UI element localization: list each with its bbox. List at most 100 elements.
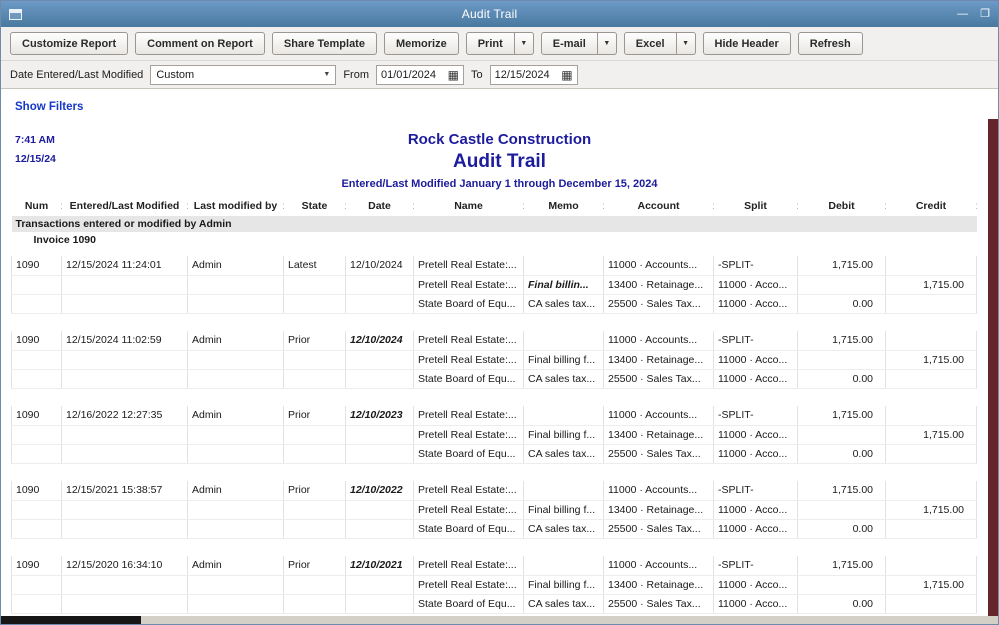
cell-entered [61,500,188,520]
cell-by [187,594,284,614]
scrollbar-corner [1,616,141,624]
cell-by [187,500,284,520]
window-icon[interactable] [9,8,22,20]
cell-entered [61,425,188,445]
table-row[interactable]: 1090 12/15/2021 15:38:57 Admin Prior 12/10/2… [11,481,977,501]
memorize-button[interactable]: Memorize [383,32,459,55]
cell-entered [61,369,188,389]
cell-account: 13400 · Retainage... [603,350,714,370]
report-group: 1090 12/15/2020 16:34:10 Admin Prior 12/10/2… [11,556,977,614]
cell-entered: 12/15/2020 16:34:10 [61,556,188,576]
cell-num: 1090 [11,481,62,501]
from-date-field[interactable]: 01/01/2024 ▦ [375,64,464,85]
table-row[interactable]: State Board of Equ... CA sales tax... 2550… [11,294,977,314]
cell-entered [61,519,188,539]
share-template-button[interactable]: Share Template [271,32,377,55]
cell-state [283,425,346,445]
cell-num [11,444,62,464]
cell-entered [61,350,188,370]
cell-account: 11000 · Accounts... [603,406,714,426]
from-calendar-icon[interactable]: ▦ [448,69,459,81]
report-group: 1090 12/15/2024 11:24:01 Admin Latest 12/10/… [11,256,977,314]
customize-report-button[interactable]: Customize Report [10,32,129,55]
report-table: Num Entered/Last Modified Last modified … [11,198,977,614]
col-memo[interactable]: Memo [524,198,603,216]
table-row[interactable]: Pretell Real Estate:... Final billing f..… [11,350,977,370]
vertical-scrollbar[interactable] [988,119,998,616]
cell-num [11,350,62,370]
table-row[interactable]: 1090 12/15/2024 11:02:59 Admin Prior 12/10/2… [11,331,977,351]
cell-entered: 12/15/2024 11:24:01 [61,256,188,276]
cell-debit [797,275,886,295]
cell-num: 1090 [11,556,62,576]
table-row[interactable]: 1090 12/16/2022 12:27:35 Admin Prior 12/10/2… [11,406,977,426]
col-date[interactable]: Date [346,198,413,216]
cell-split: 11000 · Acco... [713,425,798,445]
hide-header-button[interactable]: Hide Header [702,32,791,55]
table-row[interactable]: State Board of Equ... CA sales tax... 2550… [11,519,977,539]
table-row[interactable]: 1090 12/15/2020 16:34:10 Admin Prior 12/10/2… [11,556,977,576]
excel-dropdown-arrow-icon[interactable]: ▼ [676,32,696,55]
to-calendar-icon[interactable]: ▦ [561,69,572,81]
table-row[interactable]: State Board of Equ... CA sales tax... 2550… [11,594,977,614]
cell-split: 11000 · Acco... [713,275,798,295]
cell-by [187,425,284,445]
cell-memo: CA sales tax... [523,444,604,464]
table-row[interactable]: 1090 12/15/2024 11:24:01 Admin Latest 12/10/… [11,256,977,276]
cell-by [187,519,284,539]
cell-debit: 1,715.00 [797,556,886,576]
cell-date [345,425,414,445]
cell-by [187,575,284,595]
cell-num [11,294,62,314]
filter-bar: Date Entered/Last Modified Custom ▼ From… [1,61,998,89]
minimize-button[interactable]: — [957,8,968,20]
maximize-button[interactable]: ❐ [980,8,990,20]
table-row[interactable]: State Board of Equ... CA sales tax... 2550… [11,369,977,389]
table-row[interactable]: Pretell Real Estate:... Final billing f..… [11,425,977,445]
show-filters-link[interactable]: Show Filters [15,101,83,113]
email-dropdown-arrow-icon[interactable]: ▼ [597,32,617,55]
col-account[interactable]: Account [604,198,714,216]
print-button[interactable]: Print [465,32,515,55]
table-row[interactable]: Pretell Real Estate:... Final billing f..… [11,500,977,520]
table-row[interactable]: Pretell Real Estate:... Final billin... 13… [11,275,977,295]
col-split[interactable]: Split [714,198,797,216]
refresh-button[interactable]: Refresh [797,32,863,55]
cell-split: -SPLIT- [713,481,798,501]
cell-date [345,519,414,539]
email-button[interactable]: E-mail [540,32,598,55]
date-range-select[interactable]: Custom ▼ [150,64,337,85]
group-gap [12,388,977,406]
col-entered[interactable]: Entered/Last Modified [62,198,188,216]
col-num[interactable]: Num [12,198,62,216]
col-last-modified-by[interactable]: Last modified by [188,198,284,216]
cell-debit: 0.00 [797,594,886,614]
report-group: 1090 12/15/2024 11:02:59 Admin Prior 12/10/2… [11,331,977,389]
company-name: Rock Castle Construction [407,131,592,148]
col-debit[interactable]: Debit [798,198,885,216]
cell-date [345,350,414,370]
table-row[interactable]: State Board of Equ... CA sales tax... 2550… [11,444,977,464]
col-state[interactable]: State [284,198,346,216]
table-row[interactable]: Pretell Real Estate:... Final billing f..… [11,575,977,595]
cell-state [283,275,346,295]
col-credit[interactable]: Credit [886,198,977,216]
excel-button[interactable]: Excel [623,32,677,55]
cell-date [345,294,414,314]
cell-account: 11000 · Accounts... [603,331,714,351]
cell-credit: 1,715.00 [885,425,977,445]
cell-memo: Final billing f... [523,500,604,520]
cell-state [283,444,346,464]
cell-credit [885,369,977,389]
cell-memo: CA sales tax... [523,294,604,314]
print-dropdown-arrow-icon[interactable]: ▼ [514,32,534,55]
cell-credit: 1,715.00 [885,275,977,295]
to-date-field[interactable]: 12/15/2024 ▦ [489,64,578,85]
comment-on-report-button[interactable]: Comment on Report [135,32,265,55]
cell-state: Latest [283,256,346,276]
col-name[interactable]: Name [414,198,523,216]
horizontal-scrollbar[interactable] [1,616,998,624]
cell-by [187,294,284,314]
date-range-label: Date Entered/Last Modified [10,68,144,81]
cell-account: 13400 · Retainage... [603,425,714,445]
